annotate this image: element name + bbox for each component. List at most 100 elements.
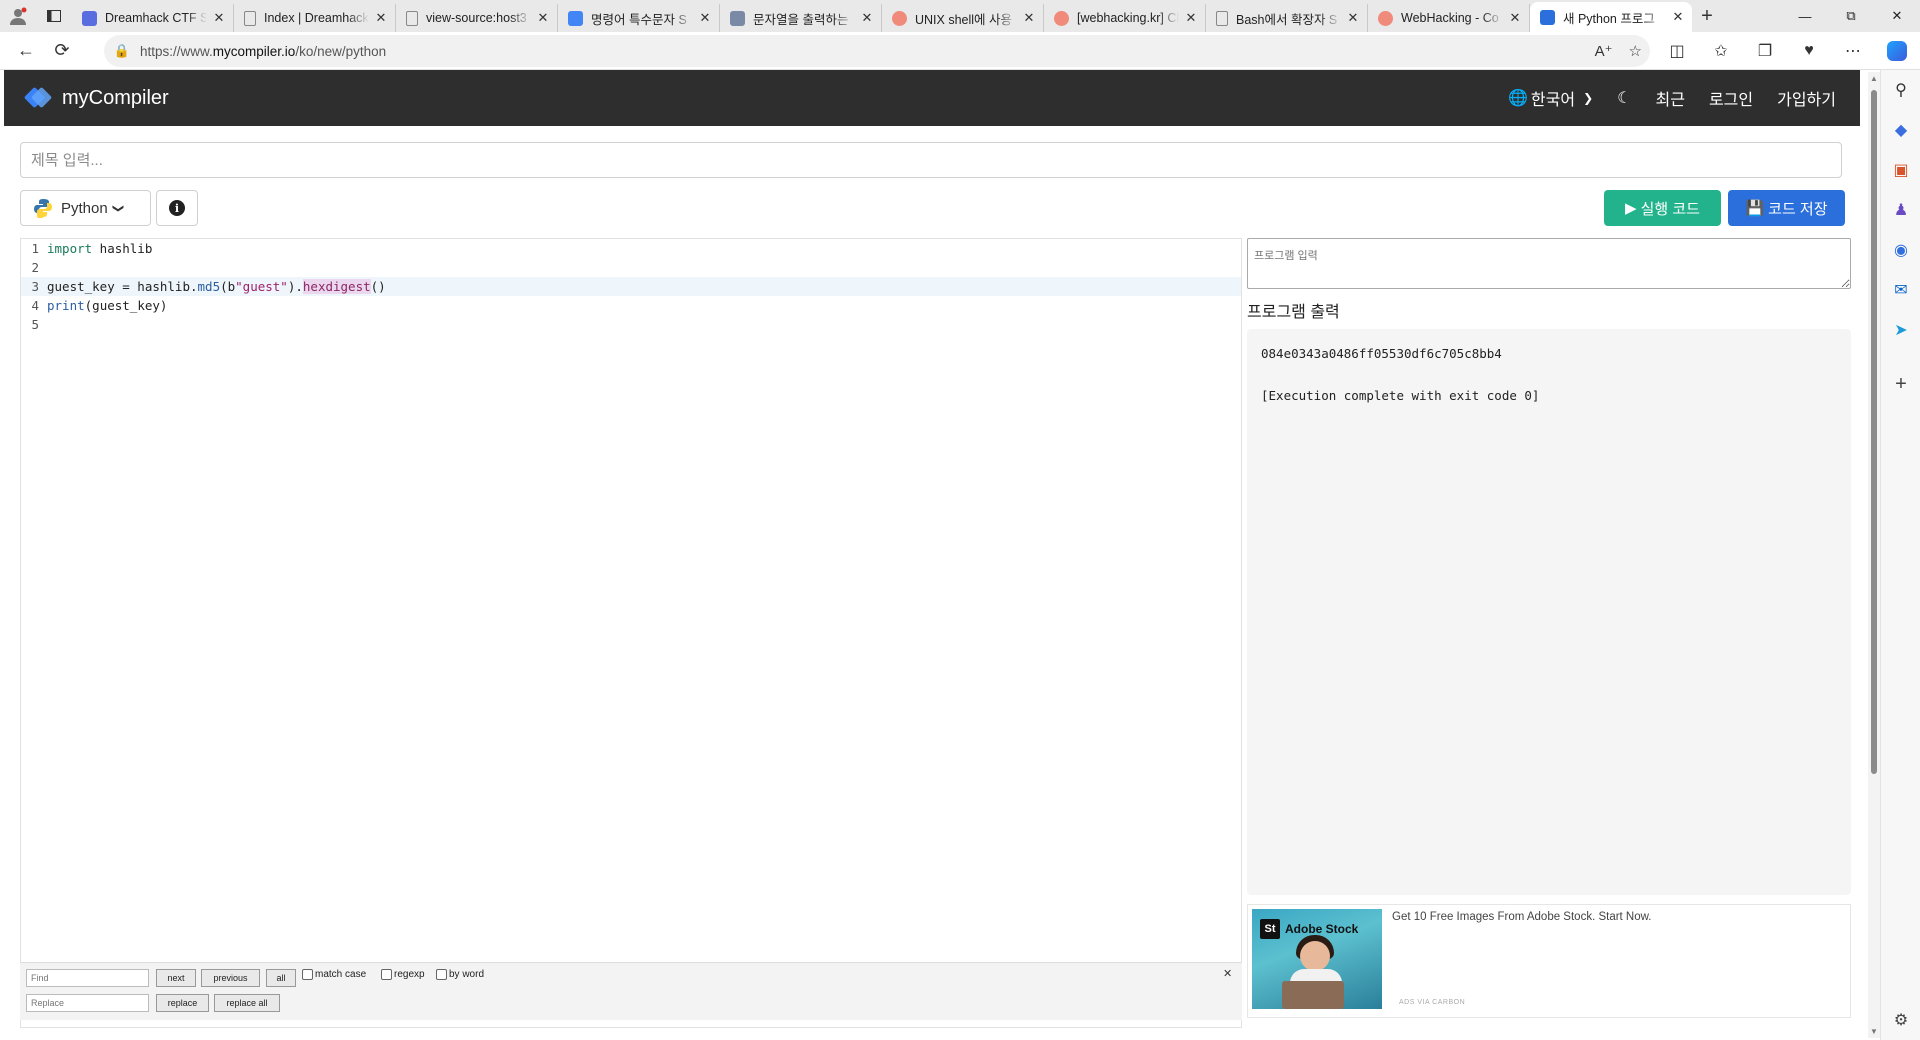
code-line[interactable]: 4 print(guest_key) [21, 296, 1241, 315]
nav-signup[interactable]: 가입하기 [1777, 86, 1836, 110]
games-icon[interactable]: ♟ [1881, 190, 1920, 230]
close-tab-icon[interactable]: ✕ [373, 10, 389, 26]
browser-tab[interactable]: Dreamhack CTF Se ✕ [72, 4, 234, 32]
by-word-checkbox[interactable]: by word [436, 969, 484, 980]
split-screen-icon[interactable]: ◫ [1658, 34, 1696, 68]
browser-tab[interactable]: WebHacking - Co ✕ [1368, 4, 1530, 32]
scrollbar-thumb[interactable] [1871, 90, 1877, 774]
browser-tab[interactable]: 명령어 특수문자 S ✕ [558, 4, 720, 32]
back-icon[interactable]: ← [8, 34, 44, 68]
moon-icon: ☾ [1617, 90, 1632, 107]
more-menu-icon[interactable]: ⋯ [1834, 34, 1872, 68]
scroll-up-icon[interactable]: ▲ [1868, 74, 1880, 83]
program-input[interactable] [1247, 238, 1851, 289]
minimize-button[interactable]: — [1782, 0, 1828, 32]
close-tab-icon[interactable]: ✕ [1183, 10, 1199, 26]
browser-tab[interactable]: 문자열을 출력하는 ✕ [720, 4, 882, 32]
close-tab-icon[interactable]: ✕ [211, 10, 227, 26]
browser-tab[interactable]: view-source:host3 ✕ [396, 4, 558, 32]
nav-login[interactable]: 로그인 [1709, 86, 1753, 110]
favorite-star-icon[interactable]: ☆ [1629, 42, 1642, 60]
info-button[interactable]: i [156, 190, 198, 226]
replace-input[interactable] [26, 994, 149, 1012]
site-logo[interactable]: myCompiler [23, 86, 169, 110]
restore-button[interactable]: ⧉ [1828, 0, 1874, 32]
collections-icon[interactable]: ❐ [1746, 34, 1784, 68]
save-icon: 💾 [1745, 200, 1765, 217]
python-icon [33, 198, 53, 218]
refresh-icon[interactable]: ⟳ [44, 34, 80, 68]
browser-window: Dreamhack CTF Se ✕ Index | Dreamhack ✕ view-… [0, 0, 1920, 1040]
title-input[interactable] [20, 142, 1842, 178]
tab-actions-icon[interactable] [36, 0, 72, 32]
tab-title: 명령어 특수문자 S [591, 12, 687, 27]
match-case-checkbox[interactable]: match case [302, 969, 366, 980]
nav-recent[interactable]: 최근 [1655, 86, 1684, 110]
replace-button[interactable]: replace [156, 994, 209, 1012]
find-next-button[interactable]: next [156, 969, 196, 987]
regexp-checkbox[interactable]: regexp [381, 969, 425, 980]
close-window-button[interactable]: ✕ [1874, 0, 1920, 32]
browser-tab[interactable]: UNIX shell에 사용 ✕ [882, 4, 1044, 32]
save-button[interactable]: 💾 코드 저장 [1728, 190, 1845, 226]
checkbox-icon [436, 969, 447, 980]
find-previous-button[interactable]: previous [201, 969, 260, 987]
add-sidebar-icon[interactable]: + [1881, 364, 1920, 404]
close-tab-icon[interactable]: ✕ [535, 10, 551, 26]
close-icon[interactable]: ✕ [1223, 967, 1232, 980]
tab-active[interactable]: 새 Python 프로그 ✕ [1530, 2, 1692, 32]
find-input[interactable] [26, 969, 149, 987]
send-icon[interactable]: ➤ [1881, 310, 1920, 350]
close-tab-icon[interactable]: ✕ [1345, 10, 1361, 26]
search-icon[interactable]: ⚲ [1881, 70, 1920, 110]
code-line[interactable]: 1 import hashlib [21, 239, 1241, 258]
dreamhack-icon [82, 10, 97, 26]
outlook-icon[interactable]: ✉ [1881, 270, 1920, 310]
scroll-down-icon[interactable]: ▼ [1868, 1027, 1880, 1036]
save-label: 코드 저장 [1768, 200, 1828, 218]
ad-text[interactable]: Get 10 Free Images From Adobe Stock. Sta… [1392, 911, 1652, 923]
shopping-icon[interactable]: ◆ [1881, 110, 1920, 150]
find-all-button[interactable]: all [266, 969, 296, 987]
code-line[interactable]: 5 [21, 315, 1241, 334]
favorites-icon[interactable]: ✩ [1702, 34, 1740, 68]
line-number: 3 [31, 279, 39, 294]
page-scrollbar[interactable]: ▲ ▼ [1868, 72, 1880, 1038]
copilot-icon[interactable] [1878, 34, 1916, 68]
carbon-ad[interactable]: St Adobe Stock Get 10 Free Images From Ad… [1247, 904, 1851, 1018]
tab-title: 새 Python 프로그 [1563, 11, 1655, 26]
read-aloud-icon[interactable]: A⁺ [1595, 42, 1613, 60]
browser-essentials-icon[interactable]: ♥ [1790, 34, 1828, 68]
close-tab-icon[interactable]: ✕ [1507, 10, 1523, 26]
mycompiler-icon [1540, 9, 1555, 25]
ad-image[interactable]: St Adobe Stock [1252, 909, 1382, 1009]
language-selector[interactable]: 🌐 한국어 ❯ [1508, 86, 1593, 110]
lock-icon[interactable]: 🔒 [104, 43, 140, 59]
close-tab-icon[interactable]: ✕ [859, 10, 875, 26]
tools-icon[interactable]: ▣ [1881, 150, 1920, 190]
address-bar[interactable]: 🔒 https://www.mycompiler.io/ko/new/pytho… [104, 35, 1650, 67]
close-tab-icon[interactable]: ✕ [1021, 10, 1037, 26]
browser-tab[interactable]: Index | Dreamhack ✕ [234, 4, 396, 32]
chevron-down-icon: ❯ [111, 203, 124, 213]
tab-title: Bash에서 확장자 S [1236, 12, 1338, 27]
close-tab-icon[interactable]: ✕ [697, 10, 713, 26]
ad-via-label[interactable]: ADS VIA CARBON [1399, 999, 1465, 1006]
browser-tab[interactable]: Bash에서 확장자 S ✕ [1206, 4, 1368, 32]
dark-mode-toggle[interactable]: ☾ [1617, 88, 1631, 108]
language-dropdown[interactable]: Python ❯ [20, 190, 151, 226]
code-editor[interactable]: 1 import hashlib 2 3 guest_key = hashlib… [20, 238, 1242, 1028]
run-button[interactable]: ▶ 실행 코드 [1604, 190, 1721, 226]
code-line[interactable]: 2 [21, 258, 1241, 277]
profile-icon[interactable] [0, 0, 36, 32]
new-tab-button[interactable]: + [1692, 2, 1722, 30]
browser-tab[interactable]: [webhacking.kr] Ch ✕ [1044, 4, 1206, 32]
tab-title: UNIX shell에 사용 [915, 12, 1013, 27]
ad-brand-badge: St Adobe Stock [1260, 919, 1358, 939]
microsoft365-icon[interactable]: ◉ [1881, 230, 1920, 270]
replace-all-button[interactable]: replace all [214, 994, 280, 1012]
close-tab-icon[interactable]: ✕ [1670, 9, 1686, 25]
settings-icon[interactable]: ⚙ [1881, 1000, 1920, 1040]
code-line-current[interactable]: 3 guest_key = hashlib.md5(b"guest").hexd… [21, 277, 1241, 296]
